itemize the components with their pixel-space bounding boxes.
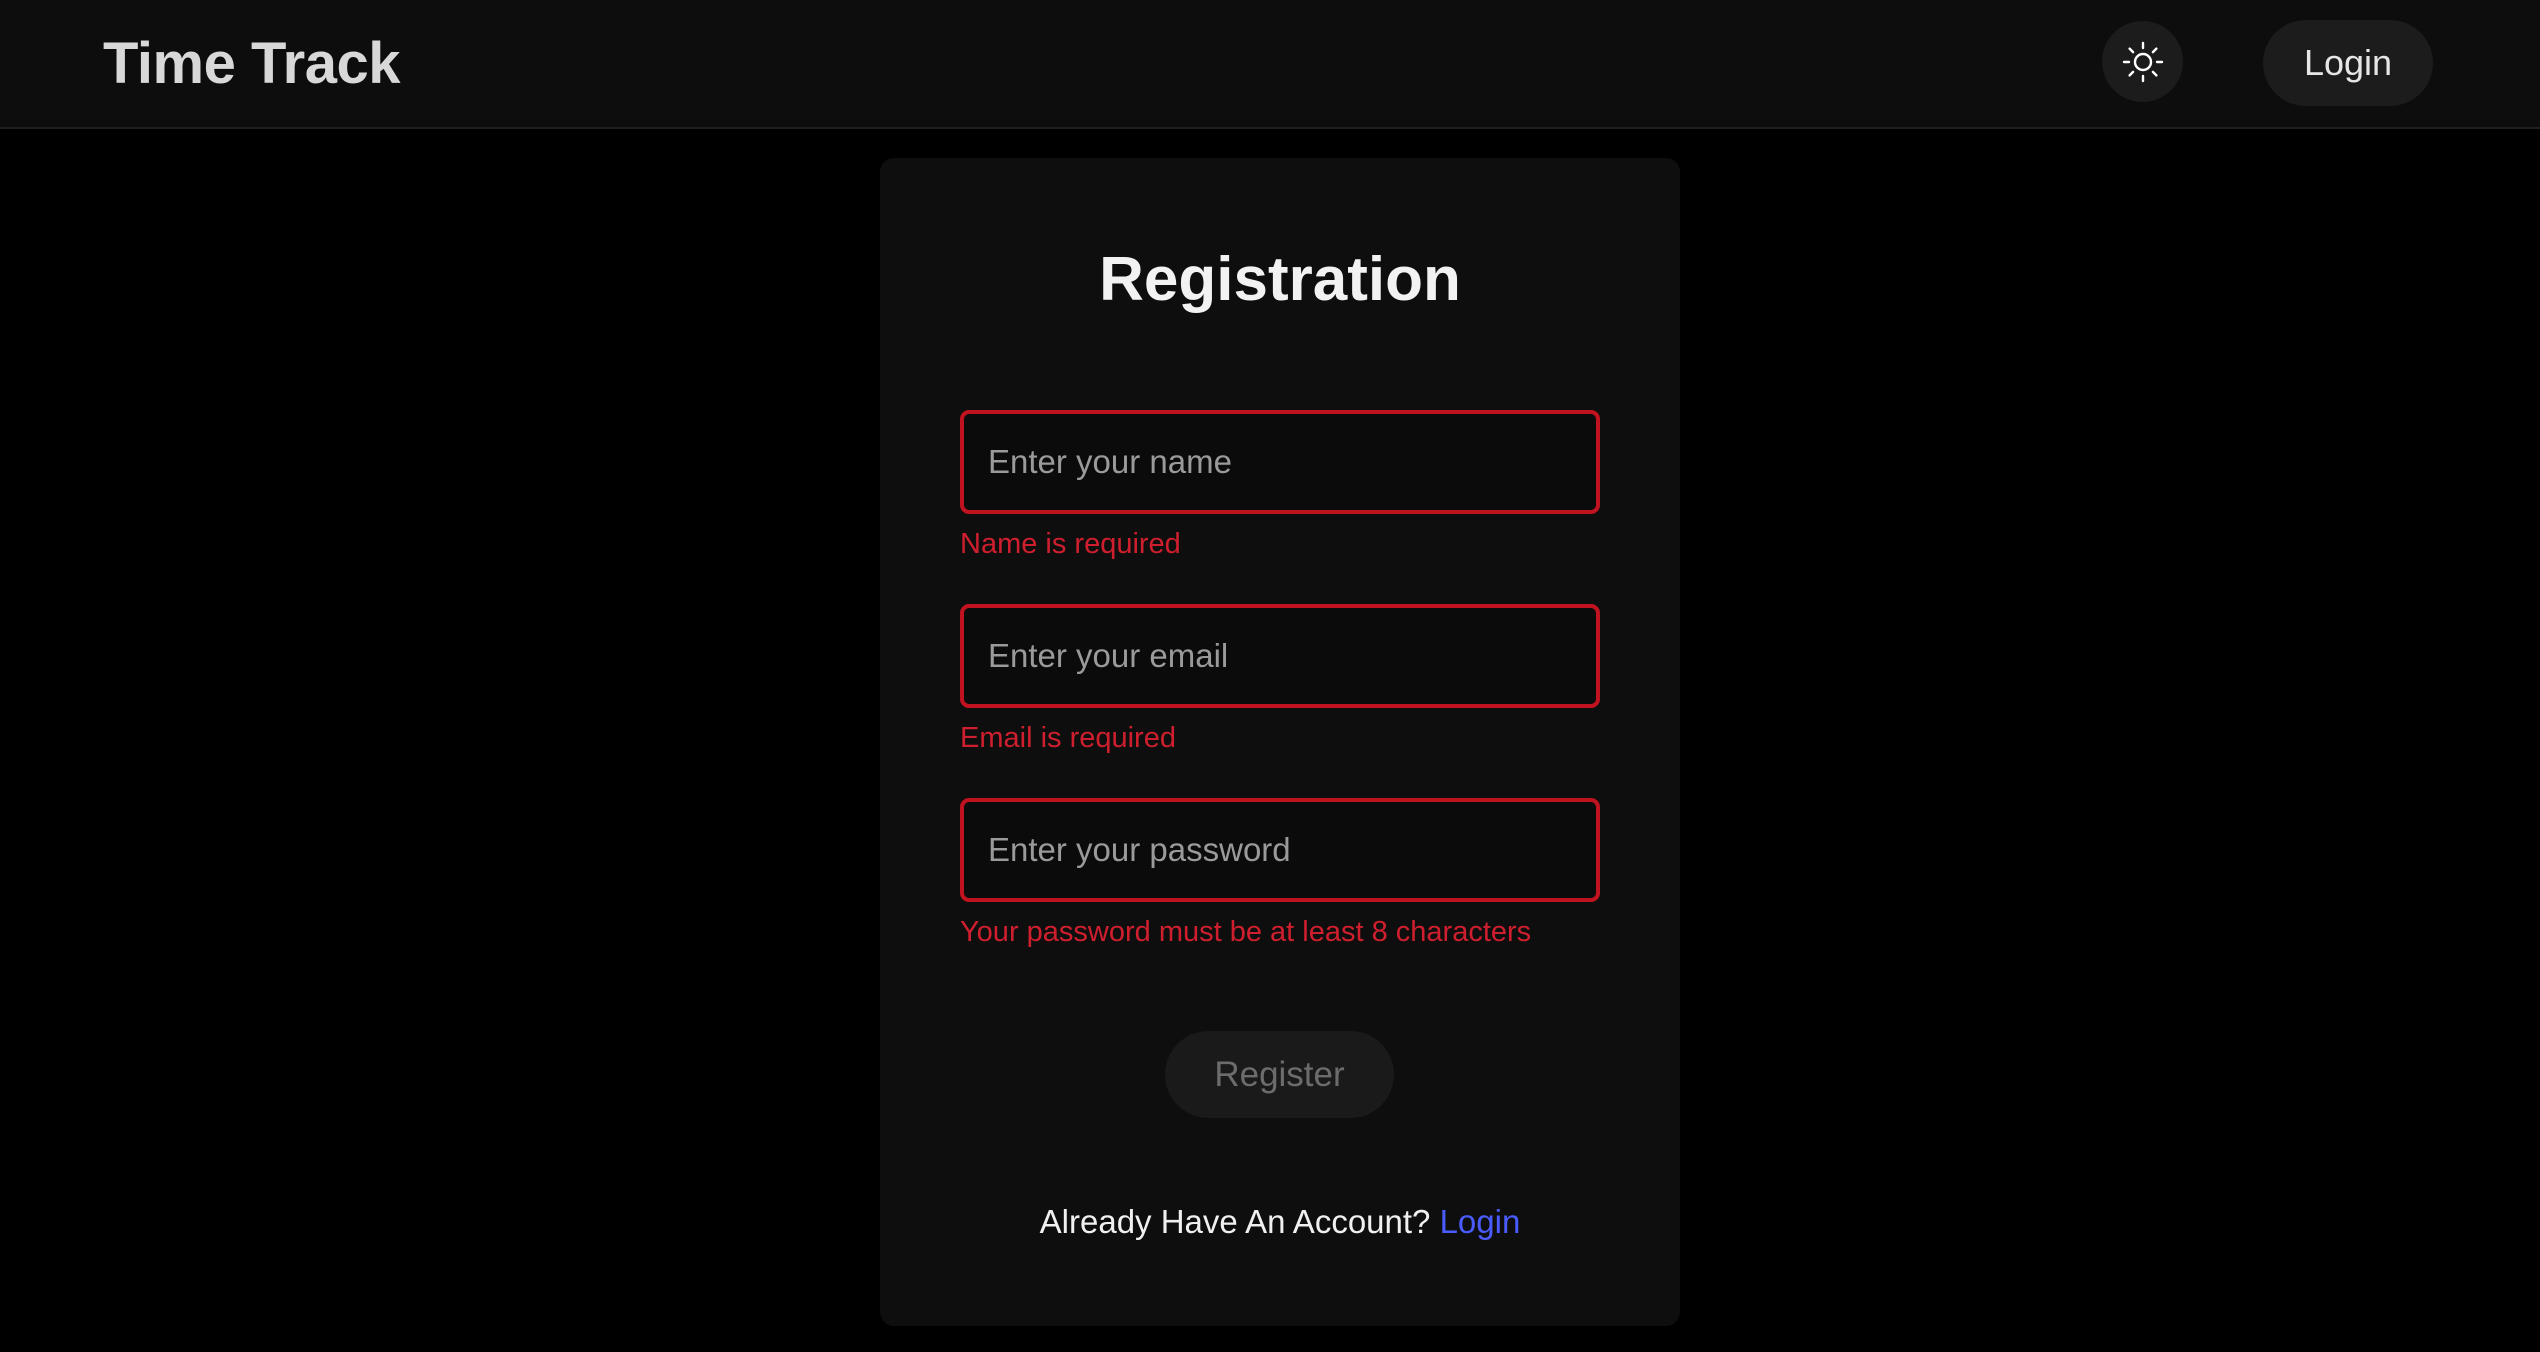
name-error-message: Name is required [960, 528, 1181, 560]
brand-logo-text[interactable]: Time Track [103, 28, 401, 100]
sun-icon [2122, 41, 2163, 82]
nav-login-button[interactable]: Login [2263, 20, 2433, 106]
password-error-message: Your password must be at least 8 charact… [960, 916, 1532, 948]
email-error-message: Email is required [960, 722, 1176, 754]
login-prompt: Already Have An Account? Login [880, 1200, 1680, 1244]
navbar: Time Track Login [0, 0, 2540, 129]
name-input[interactable] [960, 410, 1600, 514]
register-button[interactable]: Register [1165, 1031, 1394, 1118]
login-link[interactable]: Login [1440, 1203, 1521, 1240]
theme-toggle-button[interactable] [2102, 21, 2183, 102]
page-title: Registration [1099, 245, 1461, 314]
email-input[interactable] [960, 604, 1600, 708]
password-input[interactable] [960, 798, 1600, 902]
login-prompt-text: Already Have An Account? [1039, 1203, 1431, 1240]
